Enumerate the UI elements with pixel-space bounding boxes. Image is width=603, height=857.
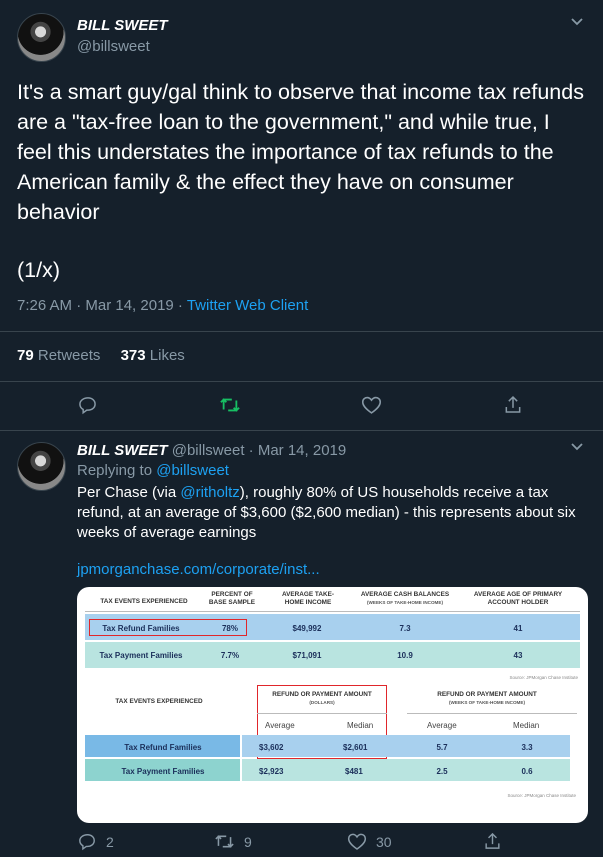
chevron-down-icon[interactable] <box>569 441 585 453</box>
t2-row2-weeks-avg: 2.5 <box>436 767 448 776</box>
t2-row2-weeks-median: 0.6 <box>521 767 533 776</box>
likes-stat[interactable]: 373 Likes <box>121 347 185 364</box>
author-handle[interactable]: @billsweet <box>172 442 245 459</box>
t2-row1-median: $2,601 <box>343 743 368 752</box>
author-name[interactable]: BILL SWEET <box>77 17 168 34</box>
t1-header-cash: AVERAGE CASH BALANCES (WEEKS OF TAKE-HOM… <box>360 591 450 605</box>
t1-header-income: AVERAGE TAKE-HOME INCOME <box>282 591 334 606</box>
tweet-stats: 79 Retweets 373 Likes <box>17 347 185 364</box>
author-name[interactable]: BILL SWEET <box>77 442 168 459</box>
t2-header-weeks: REFUND OR PAYMENT AMOUNT (WEEKS OF TAKE-… <box>437 691 537 705</box>
reply-icon <box>78 832 97 851</box>
attached-image[interactable]: TAX EVENTS EXPERIENCED PERCENT OF BASE S… <box>77 587 588 823</box>
t2-row1-weeks-avg: 5.7 <box>436 743 448 752</box>
like-button[interactable]: 30 <box>347 832 392 851</box>
chevron-down-icon[interactable] <box>569 16 585 28</box>
divider <box>0 381 603 382</box>
header-rule <box>257 713 387 714</box>
mention-link[interactable]: @ritholtz <box>180 484 239 501</box>
tweet-meta: 7:26 AM · Mar 14, 2019 · Twitter Web Cli… <box>17 297 308 314</box>
like-icon <box>347 832 367 851</box>
t2-header-dollars: REFUND OR PAYMENT AMOUNT (DOLLARS) <box>272 691 372 705</box>
t1-row2-age: 43 <box>513 651 523 660</box>
tweet-text: Per Chase (via @ritholtz), roughly 80% o… <box>77 484 576 541</box>
t2-row1-avg: $3,602 <box>259 743 284 752</box>
header-rule <box>407 713 577 714</box>
divider <box>0 430 603 431</box>
retweet-icon[interactable] <box>219 395 241 415</box>
t1-row1-percent: 78% <box>221 624 238 633</box>
t2-row2-median: $481 <box>345 767 363 776</box>
tweet-time[interactable]: 7:26 AM · Mar 14, 2019 · <box>17 297 187 314</box>
t1-row2-percent: 7.7% <box>220 651 240 660</box>
source-note: Source: JPMorgan Chase Institute <box>509 675 578 680</box>
author-handle[interactable]: @billsweet <box>77 38 150 55</box>
col-avg-1: Average <box>265 721 295 730</box>
header-rule <box>85 611 580 612</box>
thread-marker: (1/x) <box>17 258 60 282</box>
t1-row1-cash: 7.3 <box>399 624 411 633</box>
tweet-date[interactable]: · Mar 14, 2019 <box>249 442 347 459</box>
col-median-2: Median <box>513 721 540 730</box>
t1-row1-age: 41 <box>513 624 523 633</box>
divider <box>0 331 603 332</box>
share-icon[interactable] <box>483 831 502 851</box>
t2-header-events: TAX EVENTS EXPERIENCED <box>115 698 203 705</box>
col-avg-2: Average <box>427 721 457 730</box>
t2-row1-weeks-median: 3.3 <box>521 743 533 752</box>
t2-row1-label: Tax Refund Families <box>124 743 202 752</box>
retweet-count: 9 <box>244 833 252 850</box>
avatar[interactable] <box>17 13 66 62</box>
retweet-icon <box>214 832 235 851</box>
t1-header-events: TAX EVENTS EXPERIENCED <box>100 598 188 605</box>
retweets-stat[interactable]: 79 Retweets <box>17 347 100 364</box>
t1-header-percent: PERCENT OF BASE SAMPLE <box>208 591 256 606</box>
col-median-1: Median <box>347 721 374 730</box>
article-link[interactable]: jpmorganchase.com/corporate/inst... <box>77 561 320 578</box>
client-link[interactable]: Twitter Web Client <box>187 297 308 314</box>
tweet-header: BILL SWEET @billsweet · Mar 14, 2019 <box>77 442 346 459</box>
retweet-button[interactable]: 9 <box>214 832 252 851</box>
tweet-text: It's a smart guy/gal think to observe th… <box>17 80 584 224</box>
avatar[interactable] <box>17 442 66 491</box>
like-count: 30 <box>376 833 392 850</box>
t1-row1-label: Tax Refund Families <box>102 624 180 633</box>
reply-count: 2 <box>106 833 114 850</box>
t1-row2-income: $71,091 <box>292 651 322 660</box>
replying-to-link[interactable]: @billsweet <box>156 462 229 479</box>
t1-row1-income: $49,992 <box>292 624 322 633</box>
replying-to: Replying to @billsweet <box>77 462 229 479</box>
t2-row2-avg: $2,923 <box>259 767 284 776</box>
t1-row2-label: Tax Payment Families <box>99 651 183 660</box>
t1-row2-cash: 10.9 <box>397 651 413 660</box>
like-icon[interactable] <box>361 395 382 415</box>
reply-button[interactable]: 2 <box>78 832 114 851</box>
reply-icon[interactable] <box>78 395 98 415</box>
t2-row2-label: Tax Payment Families <box>121 767 205 776</box>
share-icon[interactable] <box>503 394 523 415</box>
t1-header-age: AVERAGE AGE OF PRIMARY ACCOUNT HOLDER <box>473 591 563 606</box>
source-note: Source: JPMorgan Chase Institute <box>507 793 576 798</box>
